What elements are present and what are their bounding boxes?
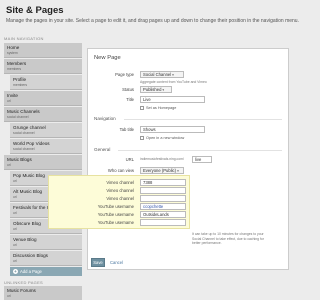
chevron-down-icon: ▾ xyxy=(162,88,165,92)
page-type-hint: Aggregate content from YouTube and Vimeo xyxy=(140,80,207,84)
who-can-view-select[interactable]: Everyone (Public)▾ xyxy=(140,167,184,174)
sidebar-item-type: url xyxy=(7,99,11,103)
status-value: Published xyxy=(143,87,162,92)
sidebar-item-venue-blog[interactable]: Venue Blog url xyxy=(10,235,82,250)
sidebar-item-label: Music Channels xyxy=(7,109,40,114)
navigation-divider xyxy=(124,119,282,120)
sidebar-item-music-channels[interactable]: Music Channels social channel xyxy=(4,107,82,122)
new-window-label: Open in a new window xyxy=(146,136,185,140)
sidebar-item-type: social channel xyxy=(7,115,29,119)
tab-title-label: Tab title xyxy=(119,127,134,132)
new-window-checkbox[interactable] xyxy=(140,136,144,140)
homepage-checkbox-label: Set as Homepage xyxy=(146,106,177,110)
sidebar-item-type: url xyxy=(13,259,17,263)
url-input[interactable]: live xyxy=(192,156,212,163)
youtube-username-1-label: YouTube username xyxy=(97,204,134,209)
sidebar-item-label: Home xyxy=(7,45,20,50)
add-page-label: Add a Page xyxy=(20,269,42,274)
chevron-down-icon: ▾ xyxy=(177,169,179,173)
sidebar-item-type: social channel xyxy=(13,147,35,151)
status-label: Status xyxy=(122,87,134,92)
unlinked-pages-heading: UNLINKED PAGES xyxy=(4,280,44,285)
sidebar-item-type: url xyxy=(7,294,11,298)
sidebar-item-label: World Pop Videos xyxy=(13,141,50,146)
sidebar-item-label: Venue Blog xyxy=(13,237,37,242)
sidebar-item-label: Profile xyxy=(13,77,27,82)
tab-title-input[interactable]: Shows xyxy=(140,126,205,133)
youtube-username-3-input[interactable] xyxy=(140,219,186,226)
page-editor-panel: New Page Page type Social Channel▾ Aggre… xyxy=(48,48,289,270)
navigation-heading: Navigation xyxy=(94,116,116,121)
page-type-label: Page type xyxy=(115,72,134,77)
sidebar-item-invite[interactable]: Invite url xyxy=(4,91,82,106)
sidebar-item-type: system xyxy=(7,51,18,55)
sidebar-item-type: url xyxy=(7,163,11,167)
sidebar-item-music-forums[interactable]: Music Forums url xyxy=(4,286,82,300)
sidebar-item-world-pop-videos[interactable]: World Pop Videos social channel xyxy=(10,139,82,154)
vimeo-channel-3-input[interactable] xyxy=(140,195,186,202)
sidebar-item-type: url xyxy=(13,243,17,247)
youtube-username-2-label: YouTube username xyxy=(97,212,134,217)
vimeo-channel-3-label: Vimeo channel xyxy=(106,196,134,201)
vimeo-channel-2-input[interactable] xyxy=(140,187,186,194)
sidebar-item-label: Grunge channel xyxy=(13,125,46,130)
youtube-username-2-input[interactable]: OutsideLands xyxy=(140,211,186,218)
who-can-view-value: Everyone (Public) xyxy=(143,168,177,173)
sidebar-item-members[interactable]: Members members xyxy=(4,59,82,74)
youtube-username-3-label: YouTube username xyxy=(97,220,134,225)
panel-title: New Page xyxy=(94,55,121,61)
cancel-link[interactable]: Cancel xyxy=(110,260,123,265)
url-prefix: indiemusicfestivals.ning.com/ xyxy=(140,157,184,161)
save-button[interactable]: Save xyxy=(91,258,105,267)
sidebar-item-profile[interactable]: Profile members xyxy=(10,75,82,90)
title-label: Title xyxy=(126,97,134,102)
who-can-view-label: Who can view xyxy=(107,168,134,173)
sidebar-item-label: Music Forums xyxy=(7,288,36,293)
url-label: URL xyxy=(125,157,134,162)
sidebar-item-type: social channel xyxy=(13,131,35,135)
vimeo-channel-1-input[interactable]: 7388 xyxy=(140,179,186,186)
status-select[interactable]: Published▾ xyxy=(140,86,172,93)
page-title: Site & Pages xyxy=(6,5,64,16)
chevron-down-icon: ▾ xyxy=(172,73,174,77)
general-heading: General xyxy=(94,147,111,152)
page-subtitle: Manage the pages in your site. Select a … xyxy=(6,18,299,24)
sidebar-item-label: Discussion Blogs xyxy=(13,253,48,258)
sidebar-item-label: Music Blogs xyxy=(7,157,32,162)
page-type-value: Social Channel xyxy=(143,72,172,77)
general-divider xyxy=(118,150,282,151)
sidebar-item-music-blogs[interactable]: Music Blogs url xyxy=(4,155,82,170)
page-type-select[interactable]: Social Channel▾ xyxy=(140,71,184,78)
plus-icon: + xyxy=(13,269,18,274)
sidebar-item-discussion-blogs[interactable]: Discussion Blogs url xyxy=(10,251,82,266)
youtube-username-1-input[interactable]: ccopchette xyxy=(140,203,186,210)
sidebar-item-type: members xyxy=(7,67,22,71)
sidebar-item-label: Invite xyxy=(7,93,18,98)
add-page-button[interactable]: + Add a Page xyxy=(10,267,82,276)
caching-note: It can take up to 10 minutes for changes… xyxy=(192,232,264,246)
sidebar-item-label: Members xyxy=(7,61,27,66)
sidebar-item-grunge-channel[interactable]: Grunge channel social channel xyxy=(10,123,82,138)
vimeo-channel-2-label: Vimeo channel xyxy=(106,188,134,193)
title-input[interactable]: Live xyxy=(140,96,205,103)
homepage-checkbox[interactable] xyxy=(140,106,144,110)
main-navigation-heading: MAIN NAVIGATION xyxy=(4,36,44,41)
vimeo-channel-1-label: Vimeo channel xyxy=(106,180,134,185)
sidebar-item-type: members xyxy=(13,83,28,87)
sidebar-item-home[interactable]: Home system xyxy=(4,43,82,58)
